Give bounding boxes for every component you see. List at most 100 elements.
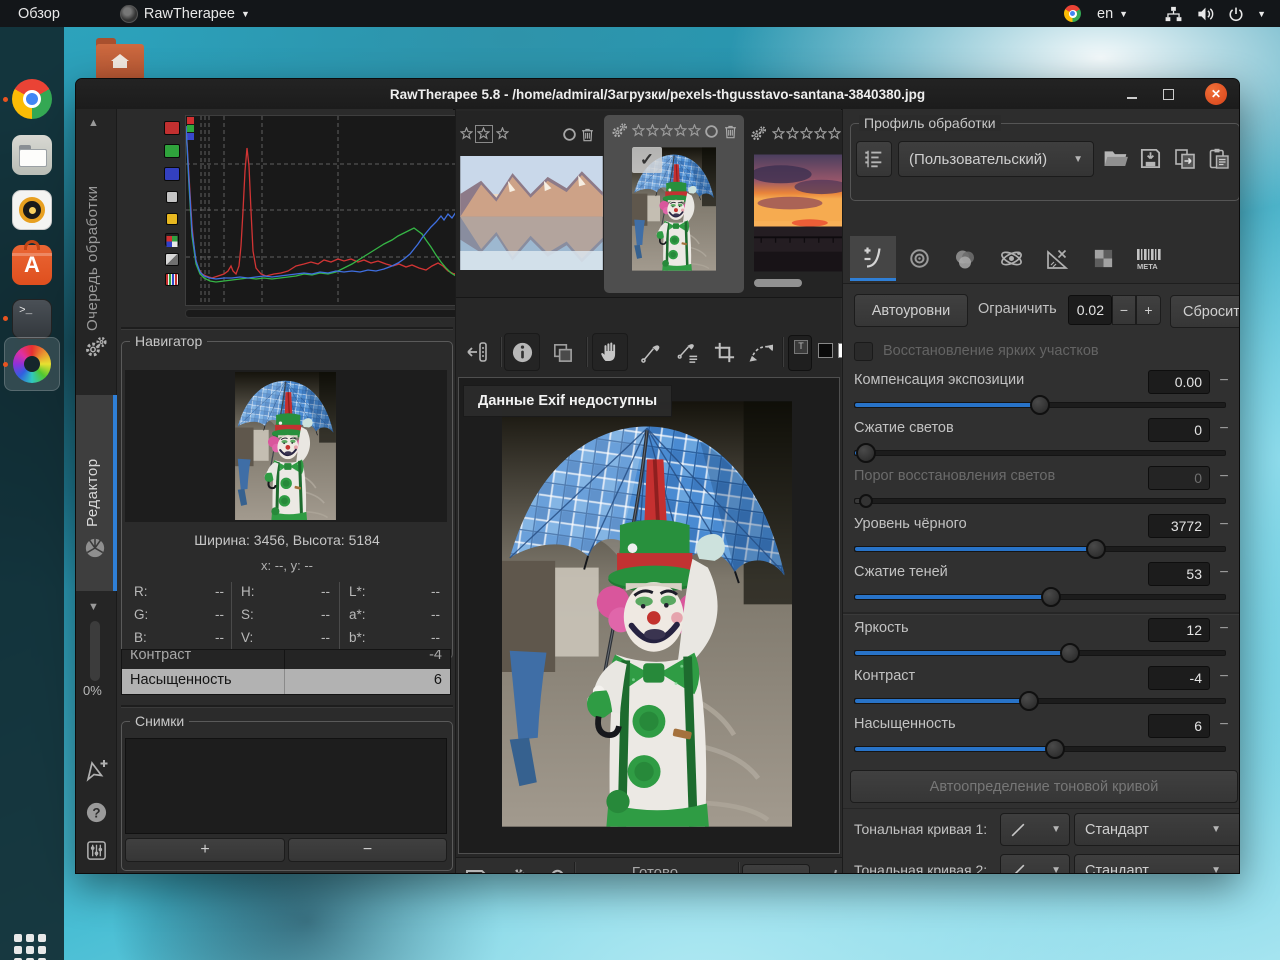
snapshot-add-button[interactable]: + — [125, 838, 285, 862]
tone-curve2-type-dropdown[interactable]: ▼ — [1000, 854, 1070, 874]
maximize-button[interactable] — [1153, 79, 1183, 109]
activities-button[interactable]: Обзор — [8, 0, 70, 27]
histogram-luma-toggle[interactable] — [166, 191, 178, 203]
slider-thumb[interactable] — [1045, 739, 1065, 759]
close-button[interactable]: ✕ — [1205, 83, 1227, 105]
curves-button-partial[interactable] — [818, 868, 842, 874]
filmstrip-item[interactable] — [458, 119, 606, 291]
tab-raw[interactable] — [1080, 236, 1126, 281]
clip-increment-button[interactable]: + — [1136, 295, 1161, 325]
filmstrip-item[interactable] — [746, 119, 842, 291]
thumbnail-sunset[interactable] — [754, 151, 844, 275]
slider-reset-button[interactable]: − — [1214, 372, 1234, 390]
straighten-pointer-icon[interactable] — [84, 759, 108, 783]
histogram-chroma-toggle[interactable] — [166, 213, 178, 225]
histogram-raw-toggle[interactable] — [165, 233, 179, 246]
color-label-icon[interactable] — [562, 127, 577, 142]
slider-thumb[interactable] — [1060, 643, 1080, 663]
slider-value[interactable]: 12 — [1148, 618, 1210, 642]
slider-track[interactable] — [854, 594, 1226, 600]
histogram-bar-toggle[interactable] — [165, 273, 179, 286]
hide-panel-button[interactable] — [459, 333, 495, 371]
collapse-up-arrow-icon[interactable]: ▲ — [88, 117, 99, 129]
slider-value[interactable]: 3772 — [1148, 514, 1210, 538]
before-after-button[interactable] — [544, 333, 580, 371]
star-icon[interactable] — [632, 124, 645, 137]
trash-icon[interactable] — [723, 124, 738, 139]
slider-track[interactable] — [854, 402, 1226, 408]
dock-rawtherapee-icon[interactable] — [12, 344, 52, 384]
histogram-scroll-strip[interactable] — [185, 309, 492, 318]
keyboard-layout-selector[interactable]: en ▼ — [1087, 0, 1138, 27]
color-label-icon[interactable] — [704, 124, 719, 139]
slider-value[interactable]: -4 — [1148, 666, 1210, 690]
image-viewport[interactable]: Данные Exif недоступны — [458, 377, 840, 854]
profile-dropdown[interactable]: (Пользовательский) ▼ — [898, 141, 1094, 177]
slider-reset-button[interactable]: − — [1214, 620, 1234, 638]
histogram-mode-toggle[interactable] — [165, 253, 179, 266]
star-icon[interactable] — [688, 124, 701, 137]
scrollbar-thumb[interactable] — [754, 279, 802, 287]
slider-value[interactable]: 0.00 — [1148, 370, 1210, 394]
paste-profile-icon[interactable] — [1207, 147, 1231, 171]
slider-value[interactable]: 53 — [1148, 562, 1210, 586]
star-icon[interactable] — [660, 124, 673, 137]
star-icon[interactable] — [786, 127, 799, 140]
snapshot-remove-button[interactable]: − — [288, 838, 447, 862]
minimize-button[interactable] — [1117, 79, 1147, 109]
star-icon[interactable] — [460, 127, 473, 140]
save-profile-icon[interactable] — [1139, 147, 1162, 170]
star-icon[interactable] — [814, 127, 827, 140]
chrome-indicator-icon[interactable] — [1058, 0, 1087, 27]
queue-tab[interactable]: Очередь обработки — [84, 141, 101, 331]
slider-track[interactable] — [854, 450, 1226, 456]
load-profile-folder-icon[interactable] — [1103, 148, 1129, 170]
dock-ubuntu-software-icon[interactable]: A — [12, 245, 52, 285]
star-icon[interactable] — [772, 127, 785, 140]
show-applications-button[interactable] — [14, 932, 50, 960]
tab-advanced[interactable] — [988, 236, 1034, 281]
slider-reset-button[interactable]: − — [1214, 564, 1234, 582]
clip-value[interactable]: 0.02 — [1068, 295, 1112, 325]
tab-color[interactable] — [942, 236, 988, 281]
hand-tool-button[interactable] — [592, 333, 628, 371]
home-folder-desktop-icon[interactable] — [96, 38, 144, 80]
system-tray[interactable]: ▼ — [1154, 0, 1280, 27]
slider-thumb[interactable] — [1086, 539, 1106, 559]
tone-curve1-type-dropdown[interactable]: ▼ — [1000, 813, 1070, 846]
snapshots-list[interactable] — [125, 738, 447, 834]
slider-reset-button[interactable]: − — [1214, 516, 1234, 534]
history-row-selected[interactable]: Насыщенность 6 — [122, 669, 450, 694]
save-image-button[interactable] — [464, 868, 488, 874]
preview-mode-dropdown[interactable]: Нет ▼ — [742, 864, 810, 874]
histogram-red-toggle[interactable] — [164, 121, 180, 135]
editor-tab-active[interactable]: Редактор — [76, 395, 117, 591]
slider-value[interactable]: 6 — [1148, 714, 1210, 738]
info-tool-button[interactable] — [504, 333, 540, 371]
bg-theme-color-button[interactable]: T — [788, 335, 812, 371]
reset-button[interactable]: Сбросить — [1170, 295, 1240, 328]
slider-thumb[interactable] — [1030, 395, 1050, 415]
slider-track[interactable] — [854, 546, 1226, 552]
main-image-clown[interactable] — [502, 399, 792, 829]
collapse-down-arrow-icon[interactable]: ▼ — [88, 601, 99, 613]
star-icon[interactable] — [828, 127, 841, 140]
help-icon[interactable] — [85, 801, 108, 824]
tone-curve1-mode-dropdown[interactable]: Стандарт ▼ — [1074, 813, 1240, 846]
histogram-green-toggle[interactable] — [164, 144, 180, 158]
navigator-preview[interactable] — [125, 370, 447, 522]
slider-track[interactable] — [854, 650, 1226, 656]
queue-add-button[interactable] — [500, 867, 526, 874]
thumbnail-mountains[interactable] — [460, 156, 603, 270]
hl-recovery-checkbox[interactable] — [854, 342, 873, 361]
filmstrip-item-selected[interactable]: ✓ — [604, 115, 744, 293]
tab-metadata[interactable] — [1126, 236, 1172, 281]
filmstrip-scrollbar[interactable] — [458, 277, 840, 289]
clip-decrement-button[interactable]: − — [1112, 295, 1136, 325]
dock-chrome-icon[interactable] — [12, 79, 52, 119]
auto-tone-curve-button[interactable]: Автоопределение тоновой кривой — [850, 770, 1238, 803]
external-editor-button[interactable] — [538, 868, 564, 874]
bg-black-color-button[interactable] — [818, 343, 833, 358]
slider-thumb[interactable] — [1019, 691, 1039, 711]
queue-gears-icon[interactable] — [84, 335, 108, 359]
